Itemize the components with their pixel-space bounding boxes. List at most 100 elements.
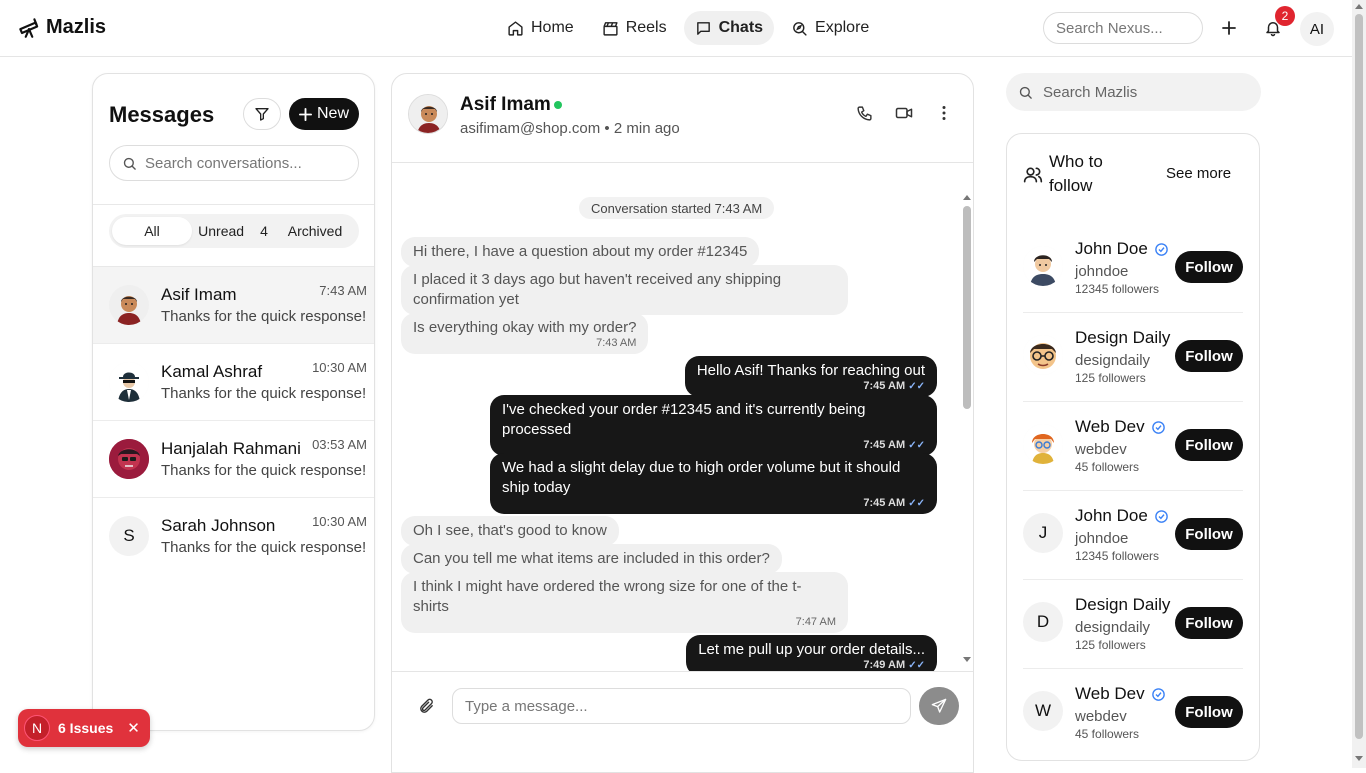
suggestion-name[interactable]: Web Dev (1075, 417, 1166, 437)
suggestion-name[interactable]: Design Daily (1075, 595, 1170, 615)
messages-panel: Messages New All Unread 4 Archived Asif … (92, 73, 375, 731)
page-scrollbar[interactable] (1352, 0, 1366, 768)
scroll-down-arrow[interactable] (1355, 756, 1363, 761)
suggestion-name[interactable]: Web Dev (1075, 684, 1166, 704)
scrollbar-thumb[interactable] (1355, 14, 1363, 739)
send-button[interactable] (919, 687, 959, 725)
redhead-avatar-icon (1023, 424, 1063, 464)
follow-button[interactable]: Follow (1175, 607, 1243, 639)
global-search-input[interactable] (1043, 12, 1203, 44)
avatar[interactable]: W (1023, 691, 1063, 731)
incoming-message: Hi there, I have a question about my ord… (401, 237, 760, 267)
conversation-search[interactable] (109, 145, 359, 181)
home-icon (508, 20, 523, 36)
suggestion-item: Web Dev webdev 45 followers Follow (1023, 402, 1243, 491)
red-character-avatar-icon (109, 439, 149, 479)
cartoon-man-avatar-icon (1023, 246, 1063, 286)
suggestion-name[interactable]: John Doe (1075, 239, 1169, 259)
nav-reels-label: Reels (625, 19, 667, 36)
suggestion-name[interactable]: Design Daily (1075, 328, 1170, 348)
suggestion-name-text: Web Dev (1075, 417, 1145, 436)
tab-all[interactable]: All (112, 217, 192, 245)
nav-reels[interactable]: Reels (591, 11, 678, 45)
suggestion-name-text: John Doe (1075, 506, 1148, 525)
online-status-dot (554, 101, 562, 109)
read-check-icon: ✓✓ (908, 440, 925, 451)
avatar[interactable]: D (1023, 602, 1063, 642)
incoming-message: I think I might have ordered the wrong s… (401, 572, 848, 633)
suggestion-followers: 45 followers (1075, 727, 1140, 741)
suggestion-item: D Design Daily designdaily 125 followers… (1023, 580, 1243, 669)
conversation-name: Sarah Johnson (161, 516, 276, 535)
user-avatar[interactable]: AI (1300, 12, 1334, 46)
suggestion-list: John Doe johndoe 12345 followers Follow … (1023, 224, 1243, 758)
plus-icon (298, 107, 312, 121)
more-options-button[interactable] (935, 104, 953, 122)
tab-archived[interactable]: Archived (274, 217, 356, 245)
message-input[interactable] (452, 688, 911, 724)
conversation-name: Asif Imam (161, 285, 237, 304)
scroll-down-arrow[interactable] (963, 657, 971, 662)
see-more-link[interactable]: See more (1166, 165, 1231, 182)
suggestion-handle: webdev (1075, 708, 1127, 725)
message-time: 7:45 AM (863, 380, 906, 392)
follow-button[interactable]: Follow (1175, 251, 1243, 283)
conversation-item[interactable]: Hanjalah Rahmani 03:53 AM Thanks for the… (93, 421, 374, 498)
sidebar-search-input[interactable] (1043, 83, 1243, 101)
message-composer (392, 671, 973, 741)
verified-badge-icon (1151, 420, 1165, 434)
create-button[interactable] (1216, 15, 1242, 41)
verified-badge-icon (1154, 242, 1168, 256)
send-icon (931, 698, 947, 713)
avatar[interactable] (1023, 335, 1063, 375)
issues-indicator[interactable]: N 6 Issues ✕ (18, 709, 150, 747)
message-time: 7:45 AM (863, 439, 906, 451)
scroll-up-arrow[interactable] (1355, 4, 1363, 9)
who-to-follow-card: Who to follow See more John Doe johndoe … (1006, 133, 1260, 761)
verified-badge-icon (1154, 509, 1168, 523)
read-check-icon: ✓✓ (908, 498, 925, 509)
conversation-item[interactable]: Kamal Ashraf 10:30 AM Thanks for the qui… (93, 344, 374, 421)
follow-button[interactable]: Follow (1175, 340, 1243, 372)
avatar[interactable] (1023, 424, 1063, 464)
top-navigation-bar: Mazlis Home Reels Chats Explore 2 AI (0, 0, 1352, 57)
nav-chats-label: Chats (718, 19, 764, 36)
close-icon[interactable]: ✕ (127, 719, 140, 737)
filter-button[interactable] (243, 98, 281, 130)
tab-unread[interactable]: Unread 4 (192, 217, 274, 245)
suggestion-item: J John Doe johndoe 12345 followers Follo… (1023, 491, 1243, 580)
users-icon (1023, 167, 1043, 183)
read-check-icon: ✓✓ (908, 381, 925, 392)
nav-chats[interactable]: Chats (683, 11, 775, 45)
conversation-preview: Thanks for the quick response! (161, 385, 367, 402)
suggestion-handle: designdaily (1075, 352, 1151, 369)
message-time: 7:47 AM (795, 616, 836, 628)
messages-title: Messages (109, 102, 215, 127)
chat-panel: Asif Imam asifimam@shop.com • 2 min ago … (391, 73, 974, 773)
avatar[interactable]: J (1023, 513, 1063, 553)
conversation-item[interactable]: Asif Imam 7:43 AM Thanks for the quick r… (93, 267, 374, 344)
avatar[interactable] (1023, 246, 1063, 286)
follow-button[interactable]: Follow (1175, 696, 1243, 728)
compass-icon (793, 21, 807, 36)
chat-contact-avatar[interactable] (408, 94, 448, 134)
app-logo[interactable]: Mazlis (16, 14, 106, 40)
message-text: Is everything okay with my order? (413, 319, 637, 336)
sidebar-search[interactable] (1006, 73, 1261, 111)
thread-scrollbar[interactable] (961, 192, 973, 666)
message-time: 7:45 AM (863, 497, 906, 509)
conversation-search-input[interactable] (145, 154, 345, 172)
call-button[interactable] (855, 104, 873, 122)
video-call-button[interactable] (895, 104, 913, 122)
attach-button[interactable] (416, 696, 436, 716)
nav-home[interactable]: Home (496, 11, 585, 45)
new-conversation-button[interactable]: New (289, 98, 359, 130)
scroll-up-arrow[interactable] (963, 195, 971, 200)
follow-button[interactable]: Follow (1175, 518, 1243, 550)
suggestion-name[interactable]: John Doe (1075, 506, 1169, 526)
scrollbar-thumb[interactable] (963, 206, 971, 409)
follow-button[interactable]: Follow (1175, 429, 1243, 461)
conversation-item[interactable]: S Sarah Johnson 10:30 AM Thanks for the … (93, 498, 374, 575)
suggestion-name-text: Design Daily (1075, 328, 1171, 347)
nav-explore[interactable]: Explore (780, 11, 880, 45)
